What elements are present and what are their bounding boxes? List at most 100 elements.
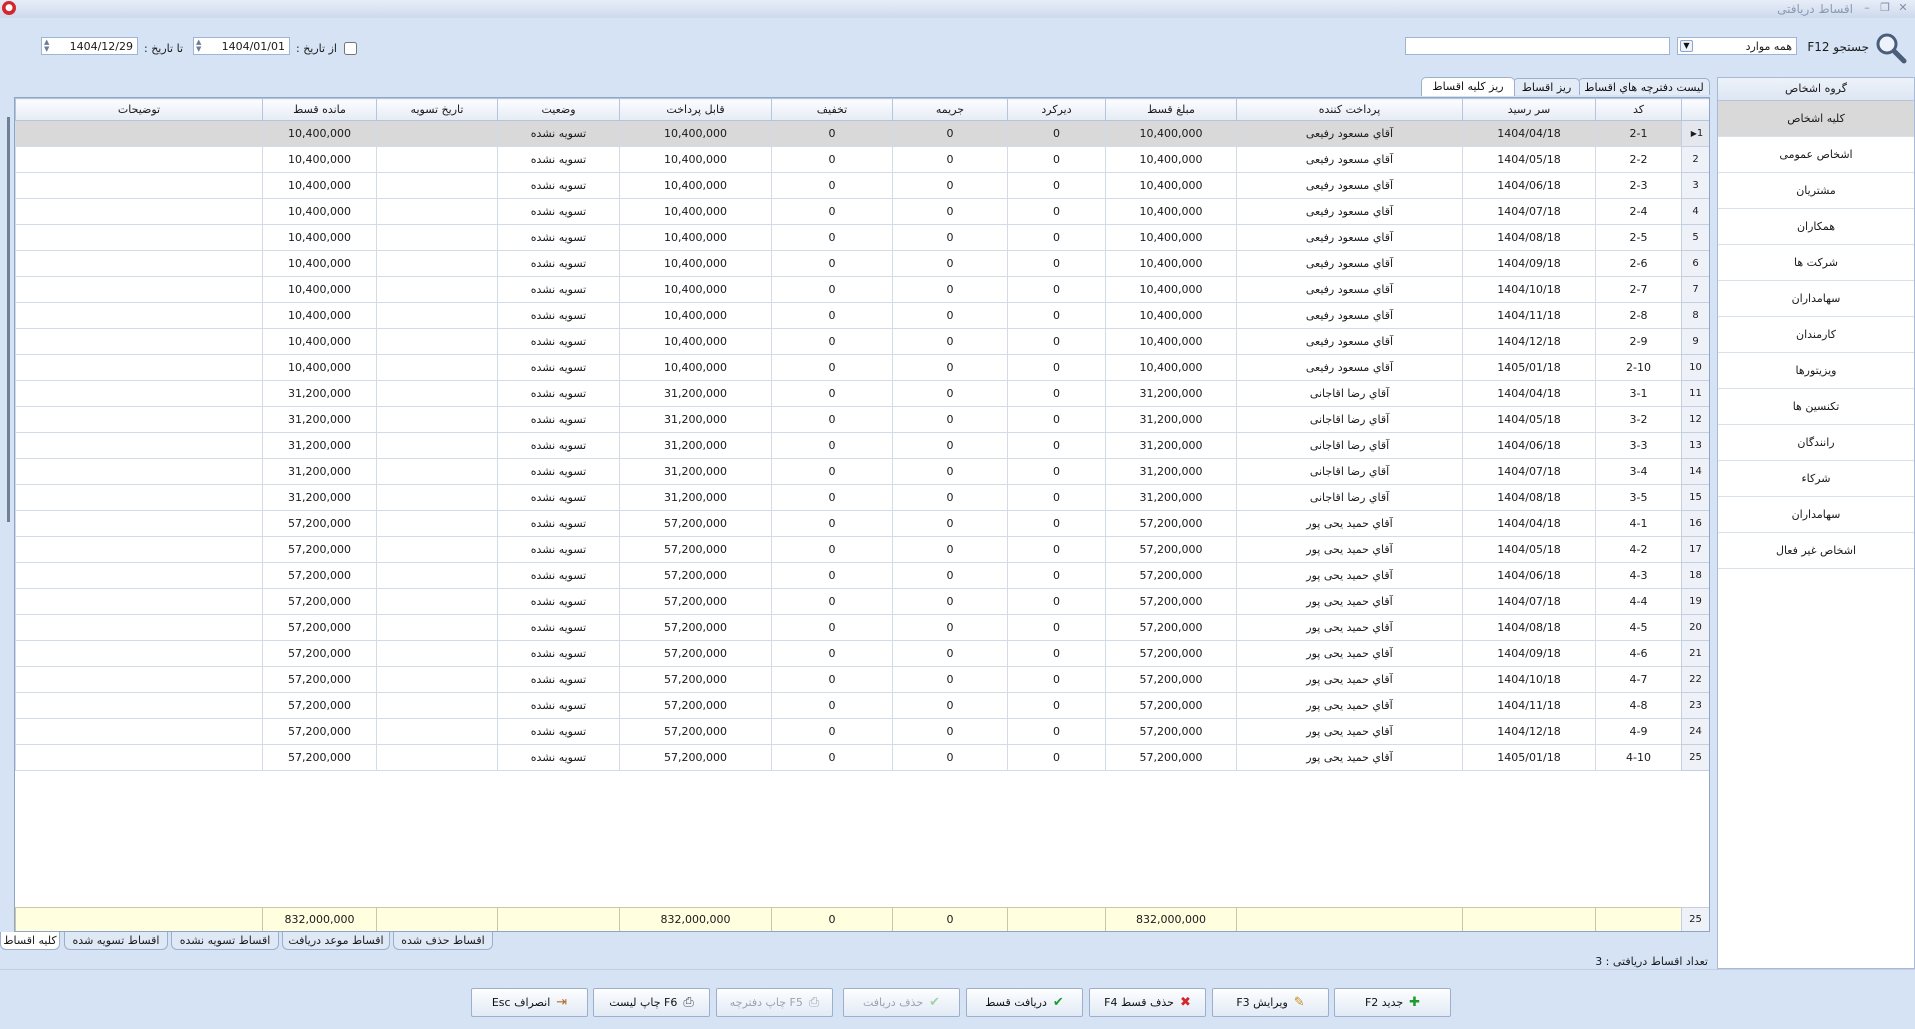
cell-settle-date[interactable]: [376, 640, 498, 667]
cell-discount[interactable]: 0: [771, 302, 893, 329]
cell-penalty[interactable]: 0: [892, 718, 1008, 745]
cell-penalty[interactable]: 0: [892, 250, 1008, 277]
cell-settle-date[interactable]: [376, 692, 498, 719]
cell-code[interactable]: 2-10: [1595, 354, 1682, 381]
cell-amount[interactable]: 10,400,000: [1105, 172, 1237, 199]
cell-late[interactable]: 0: [1007, 328, 1106, 355]
row-number[interactable]: 18: [1681, 562, 1709, 589]
tab-all-installment-details[interactable]: ریز کلیه اقساط: [1421, 77, 1515, 96]
cell-description[interactable]: [15, 172, 263, 199]
cell-late[interactable]: 0: [1007, 302, 1106, 329]
sidebar-item[interactable]: اشخاص غیر فعال: [1718, 533, 1914, 569]
table-row[interactable]: 8 2-8 1404/11/18 آقاي مسعود رفیعی 10,400,000…: [15, 302, 1709, 329]
cell-description[interactable]: [15, 302, 263, 329]
new-button[interactable]: ✚ جدید F2: [1334, 988, 1451, 1017]
cell-penalty[interactable]: 0: [892, 432, 1008, 459]
cell-remaining[interactable]: 57,200,000: [262, 718, 377, 745]
cell-code[interactable]: 3-1: [1595, 380, 1682, 407]
cell-remaining[interactable]: 10,400,000: [262, 354, 377, 381]
cell-due-date[interactable]: 1404/08/18: [1462, 614, 1596, 641]
cell-settle-date[interactable]: [376, 458, 498, 485]
row-number[interactable]: 21: [1681, 640, 1709, 667]
cell-amount[interactable]: 31,200,000: [1105, 484, 1237, 511]
cell-due-date[interactable]: 1404/12/18: [1462, 718, 1596, 745]
cell-status[interactable]: تسویه نشده: [497, 692, 620, 719]
cell-settle-date[interactable]: [376, 744, 498, 771]
cell-discount[interactable]: 0: [771, 640, 893, 667]
cell-description[interactable]: [15, 562, 263, 589]
cell-remaining[interactable]: 57,200,000: [262, 692, 377, 719]
cell-payer[interactable]: آقاي حمید یحی پور: [1236, 588, 1463, 615]
cell-remaining[interactable]: 10,400,000: [262, 224, 377, 251]
cell-payable[interactable]: 10,400,000: [619, 120, 772, 147]
cell-payer[interactable]: آقاي حمید یحی پور: [1236, 640, 1463, 667]
row-number[interactable]: 5: [1681, 224, 1709, 251]
cell-late[interactable]: 0: [1007, 692, 1106, 719]
tab-settled-installments[interactable]: اقساط تسویه شده: [64, 932, 168, 950]
table-row[interactable]: 5 2-5 1404/08/18 آقاي مسعود رفیعی 10,400,000…: [15, 224, 1709, 251]
sidebar-item[interactable]: اشخاص عمومی: [1718, 137, 1914, 173]
cell-payable[interactable]: 10,400,000: [619, 250, 772, 277]
cell-status[interactable]: تسویه نشده: [497, 146, 620, 173]
cell-settle-date[interactable]: [376, 406, 498, 433]
cell-due-date[interactable]: 1404/10/18: [1462, 666, 1596, 693]
cell-late[interactable]: 0: [1007, 276, 1106, 303]
row-number[interactable]: 19: [1681, 588, 1709, 615]
cell-discount[interactable]: 0: [771, 484, 893, 511]
cell-due-date[interactable]: 1404/10/18: [1462, 276, 1596, 303]
cell-amount[interactable]: 57,200,000: [1105, 744, 1237, 771]
cell-settle-date[interactable]: [376, 146, 498, 173]
cell-discount[interactable]: 0: [771, 146, 893, 173]
print-booklet-button[interactable]: ⎙ F5 چاپ دفترچه: [716, 988, 833, 1017]
row-number[interactable]: 2: [1681, 146, 1709, 173]
cell-discount[interactable]: 0: [771, 120, 893, 147]
cell-payable[interactable]: 10,400,000: [619, 302, 772, 329]
table-row[interactable]: 3 2-3 1404/06/18 آقاي مسعود رفیعی 10,400,000…: [15, 172, 1709, 199]
cell-description[interactable]: [15, 250, 263, 277]
cell-description[interactable]: [15, 744, 263, 771]
cell-penalty[interactable]: 0: [892, 172, 1008, 199]
cell-penalty[interactable]: 0: [892, 458, 1008, 485]
cell-penalty[interactable]: 0: [892, 614, 1008, 641]
cell-code[interactable]: 4-3: [1595, 562, 1682, 589]
cell-late[interactable]: 0: [1007, 536, 1106, 563]
cell-status[interactable]: تسویه نشده: [497, 120, 620, 147]
cell-status[interactable]: تسویه نشده: [497, 562, 620, 589]
cell-remaining[interactable]: 57,200,000: [262, 640, 377, 667]
search-icon[interactable]: [1873, 30, 1907, 64]
close-icon[interactable]: ✕: [1895, 1, 1911, 15]
cell-payable[interactable]: 31,200,000: [619, 484, 772, 511]
cell-settle-date[interactable]: [376, 302, 498, 329]
col-header-settle-date[interactable]: تاریخ تسویه: [376, 98, 498, 121]
row-number[interactable]: 12: [1681, 406, 1709, 433]
cell-payer[interactable]: آقاي مسعود رفیعی: [1236, 328, 1463, 355]
cell-settle-date[interactable]: [376, 328, 498, 355]
cell-settle-date[interactable]: [376, 510, 498, 537]
row-number[interactable]: 11: [1681, 380, 1709, 407]
tab-deleted-installments[interactable]: اقساط حذف شده: [393, 932, 493, 950]
cell-code[interactable]: 4-8: [1595, 692, 1682, 719]
cell-status[interactable]: تسویه نشده: [497, 172, 620, 199]
cell-amount[interactable]: 31,200,000: [1105, 432, 1237, 459]
cell-amount[interactable]: 10,400,000: [1105, 120, 1237, 147]
row-number[interactable]: 24: [1681, 718, 1709, 745]
cell-status[interactable]: تسویه نشده: [497, 380, 620, 407]
cell-description[interactable]: [15, 484, 263, 511]
cell-discount[interactable]: 0: [771, 666, 893, 693]
row-number[interactable]: 22: [1681, 666, 1709, 693]
sidebar-item[interactable]: مشتریان: [1718, 173, 1914, 209]
cell-discount[interactable]: 0: [771, 250, 893, 277]
maximize-icon[interactable]: ❐: [1877, 1, 1893, 15]
col-header-due-date[interactable]: سر رسید: [1462, 98, 1596, 121]
cell-payer[interactable]: آقاي رضا اقاجانی: [1236, 484, 1463, 511]
cell-discount[interactable]: 0: [771, 172, 893, 199]
cell-amount[interactable]: 57,200,000: [1105, 614, 1237, 641]
cell-amount[interactable]: 31,200,000: [1105, 380, 1237, 407]
col-header-description[interactable]: توضیحات: [15, 98, 263, 121]
cell-late[interactable]: 0: [1007, 588, 1106, 615]
row-number[interactable]: 23: [1681, 692, 1709, 719]
cell-penalty[interactable]: 0: [892, 406, 1008, 433]
table-row[interactable]: 11 3-1 1404/04/18 آقاي رضا اقاجانی 31,200,00…: [15, 380, 1709, 407]
cell-amount[interactable]: 57,200,000: [1105, 666, 1237, 693]
row-number[interactable]: 15: [1681, 484, 1709, 511]
